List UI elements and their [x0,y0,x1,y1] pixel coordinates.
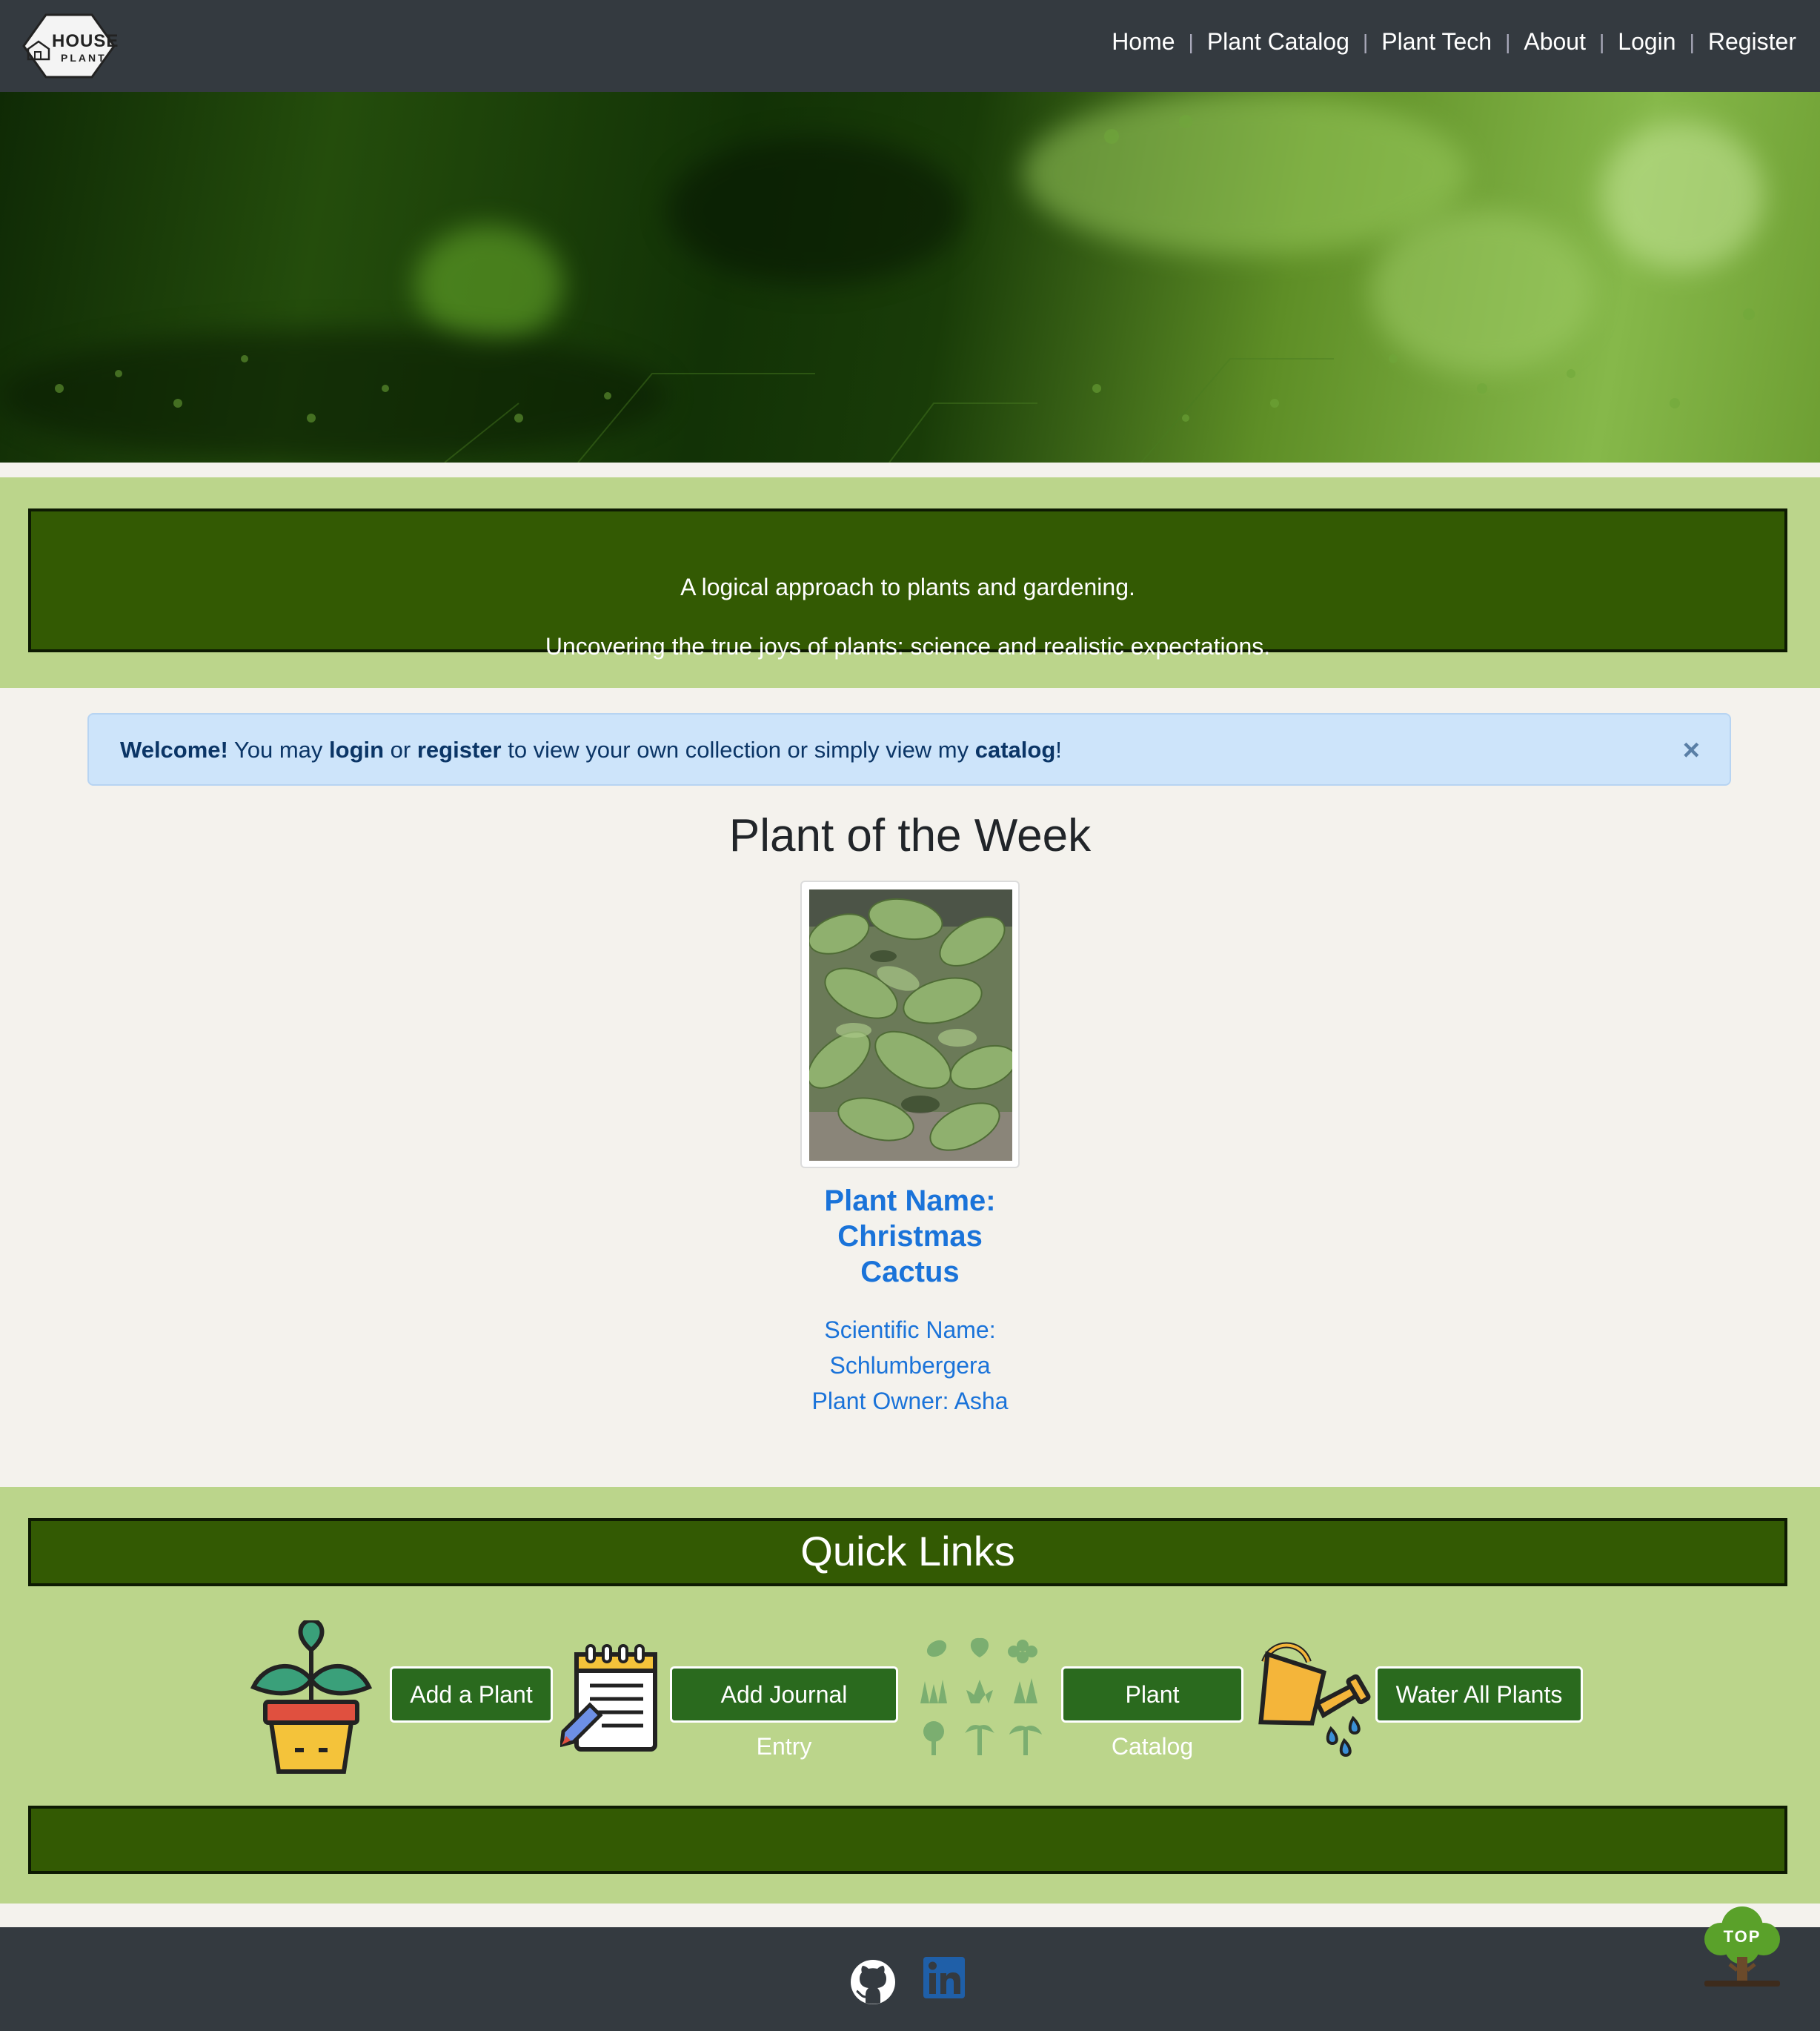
circuit-pattern [55,115,1755,463]
plants-catalog-icon [914,1635,1045,1761]
nav-links: Home | Plant Catalog | Plant Tech | Abou… [1112,28,1796,56]
welcome-alert: Welcome! You may login or register to vi… [87,713,1731,786]
plant-details: Scientific Name: Schlumbergera Plant Own… [762,1312,1058,1419]
alert-text: ! [1055,737,1062,763]
alert-login-link[interactable]: login [329,737,384,763]
plant-of-week-image-frame[interactable] [800,881,1020,1168]
alert-register-link[interactable]: register [417,737,502,763]
quick-links-footer-bar [28,1806,1787,1874]
alert-message: Welcome! You may login or register to vi… [120,737,1062,763]
alert-text: to view your own collection or simply vi… [501,737,975,763]
alert-welcome: Welcome! [120,737,228,763]
plant-name-line: Christmas [837,1220,983,1253]
tagline-line-2: Uncovering the true joys of plants: scie… [545,633,1271,660]
nav-about[interactable]: About [1524,28,1586,56]
top-label: TOP [1723,1927,1761,1946]
potted-plant-icon [249,1617,373,1776]
nav-separator: | [1188,30,1194,53]
plant-photo [809,889,1012,1161]
quick-links-section: Quick Links Add a Plant Add Journal Entr [0,1487,1820,1904]
alert-catalog-link[interactable]: catalog [975,737,1056,763]
water-all-plants-button[interactable]: Water All Plants [1375,1666,1583,1723]
alert-text: You may [228,737,330,763]
nav-plant-catalog[interactable]: Plant Catalog [1207,28,1349,56]
scientific-name-label: Scientific Name: [824,1316,996,1343]
close-icon[interactable]: × [1683,734,1700,767]
notepad-icon [559,1643,661,1754]
tagline-box: A logical approach to plants and gardeni… [28,508,1787,660]
tagline-section: A logical approach to plants and gardeni… [0,477,1820,688]
nav-separator: | [1689,30,1695,53]
logo-text-house: HOUSE [52,31,119,51]
navbar: HOUSE PLANT Home | Plant Catalog | Plant… [0,0,1820,92]
scientific-name-value: Schlumbergera [829,1352,991,1379]
house-plant-logo[interactable]: HOUSE PLANT [22,13,119,79]
add-journal-entry-button[interactable]: Add Journal Entry [670,1666,898,1760]
nav-login[interactable]: Login [1618,28,1675,56]
logo-text-plant: PLANT [61,52,107,64]
footer [0,1927,1820,2031]
linkedin-icon[interactable] [923,1957,968,2001]
tree-icon [1704,1906,1780,1987]
plant-of-week-title: Plant of the Week [728,810,1092,861]
nav-separator: | [1505,30,1511,53]
watering-can-icon [1249,1632,1372,1758]
nav-home[interactable]: Home [1112,28,1175,56]
tagline-line-1: A logical approach to plants and gardeni… [680,574,1135,600]
plant-owner: Plant Owner: Asha [811,1388,1009,1414]
github-icon[interactable] [849,1958,897,2006]
quick-links-title: Quick Links [28,1518,1787,1586]
hero-banner-image [0,92,1820,463]
alert-text: or [384,737,417,763]
plant-catalog-button[interactable]: Plant Catalog [1061,1666,1243,1760]
plant-name-line: Cactus [860,1256,960,1288]
nav-separator: | [1362,30,1369,53]
add-plant-button[interactable]: Add a Plant [390,1666,553,1723]
plant-name-line: Plant Name: [824,1185,996,1217]
nav-plant-tech[interactable]: Plant Tech [1381,28,1492,56]
plant-name[interactable]: Plant Name: Christmas Cactus [762,1183,1058,1290]
nav-separator: | [1598,30,1605,53]
back-to-top-button[interactable]: TOP [1701,1902,1783,1991]
nav-register[interactable]: Register [1708,28,1796,56]
